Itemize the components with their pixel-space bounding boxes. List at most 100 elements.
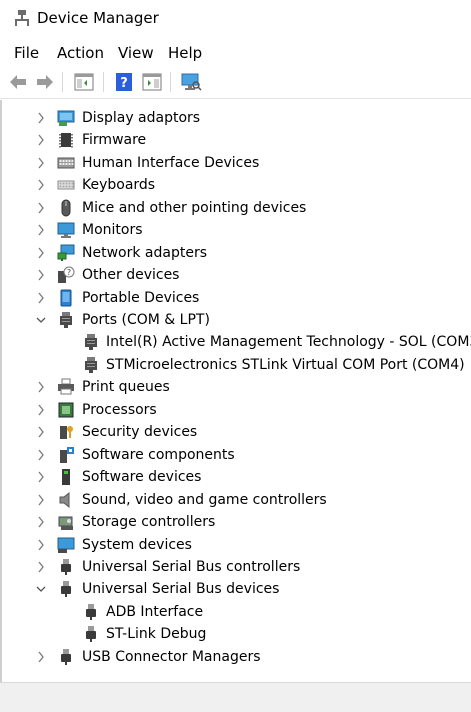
- tree-item-label: STMicroelectronics STLink Virtual COM Po…: [106, 357, 465, 373]
- expand-chevron-icon[interactable]: [35, 514, 47, 530]
- tree-item-label: Intel(R) Active Management Technology - …: [106, 334, 471, 350]
- status-bar: [0, 682, 471, 712]
- expand-chevron-icon[interactable]: [35, 379, 47, 395]
- device-manager-icon: [15, 10, 29, 26]
- tree-category[interactable]: Network adapters: [0, 242, 460, 264]
- tree-item-label: Universal Serial Bus devices: [82, 581, 280, 597]
- expand-chevron-icon[interactable]: [35, 267, 47, 283]
- tree-category[interactable]: Software components: [0, 444, 460, 466]
- expand-chevron-icon[interactable]: [35, 424, 47, 440]
- tree-category[interactable]: Firmware: [0, 129, 460, 151]
- toolbar-separator: [103, 72, 104, 92]
- svg-text:?: ?: [67, 268, 71, 277]
- tree-item-label: Print queues: [82, 379, 170, 395]
- collapse-chevron-icon[interactable]: [35, 312, 47, 328]
- toolbar: ?: [0, 66, 471, 99]
- menu-bar: File Action View Help: [0, 42, 471, 64]
- expand-chevron-icon[interactable]: [35, 290, 47, 306]
- processor-icon: [57, 401, 75, 419]
- tree-category[interactable]: System devices: [0, 534, 460, 556]
- tree-category[interactable]: Sound, video and game controllers: [0, 489, 460, 511]
- tree-category[interactable]: USB Connector Managers: [0, 646, 460, 668]
- tree-category[interactable]: Storage controllers: [0, 511, 460, 533]
- monitor-icon: [57, 221, 75, 239]
- tree-category[interactable]: Ports (COM & LPT): [0, 309, 460, 331]
- monitor-scan-icon[interactable]: [180, 71, 202, 93]
- tree-category[interactable]: Keyboards: [0, 174, 460, 196]
- tree-device[interactable]: STMicroelectronics STLink Virtual COM Po…: [0, 354, 465, 376]
- tree-category[interactable]: Portable Devices: [0, 287, 460, 309]
- tree-device[interactable]: Intel(R) Active Management Technology - …: [0, 331, 471, 353]
- toolbar-separator: [62, 72, 63, 92]
- unknown-device-icon: ?: [57, 266, 75, 284]
- firmware-chip-icon: [57, 131, 75, 149]
- hid-keyboard-icon: [57, 154, 75, 172]
- toolbar-separator: [170, 72, 171, 92]
- expand-chevron-icon[interactable]: [35, 155, 47, 171]
- title-bar: Device Manager: [0, 0, 471, 38]
- expand-chevron-icon[interactable]: [35, 537, 47, 553]
- tree-item-label: Portable Devices: [82, 290, 200, 306]
- svg-text:?: ?: [120, 76, 128, 91]
- tree-item-label: Other devices: [82, 267, 180, 283]
- tree-category[interactable]: Universal Serial Bus devices: [0, 578, 460, 600]
- expand-chevron-icon[interactable]: [35, 177, 47, 193]
- port-connector-icon: [82, 333, 100, 351]
- tree-category[interactable]: Mice and other pointing devices: [0, 197, 460, 219]
- tree-device[interactable]: ST-Link Debug: [0, 623, 460, 645]
- expand-chevron-icon[interactable]: [35, 469, 47, 485]
- expand-chevron-icon[interactable]: [35, 110, 47, 126]
- tree-item-label: Universal Serial Bus controllers: [82, 559, 301, 575]
- usb-plug-icon: [82, 625, 100, 643]
- speaker-icon: [57, 491, 75, 509]
- expand-chevron-icon[interactable]: [35, 245, 47, 261]
- tree-item-label: Network adapters: [82, 245, 207, 261]
- software-device-icon: [57, 468, 75, 486]
- tree-item-label: Sound, video and game controllers: [82, 492, 327, 508]
- tree-item-label: Processors: [82, 402, 157, 418]
- show-hide-console-tree-icon[interactable]: [73, 71, 95, 93]
- tree-item-label: Software devices: [82, 469, 202, 485]
- tree-category[interactable]: Human Interface Devices: [0, 152, 460, 174]
- tree-item-label: Ports (COM & LPT): [82, 312, 210, 328]
- expand-chevron-icon[interactable]: [35, 649, 47, 665]
- expand-chevron-icon[interactable]: [35, 222, 47, 238]
- forward-arrow-icon[interactable]: [34, 71, 56, 93]
- tree-item-label: Storage controllers: [82, 514, 216, 530]
- menu-action[interactable]: Action: [57, 43, 104, 63]
- tree-item-label: System devices: [82, 537, 192, 553]
- tree-item-label: Mice and other pointing devices: [82, 200, 307, 216]
- tree-category[interactable]: Processors: [0, 399, 460, 421]
- device-tree: Display adaptors Firmware Human Interface …: [0, 100, 471, 682]
- expand-chevron-icon[interactable]: [35, 447, 47, 463]
- expand-chevron-icon[interactable]: [35, 200, 47, 216]
- menu-help[interactable]: Help: [168, 43, 202, 63]
- tree-category[interactable]: ? Other devices: [0, 264, 460, 286]
- properties-icon[interactable]: [141, 71, 163, 93]
- expand-chevron-icon[interactable]: [35, 559, 47, 575]
- tree-item-label: Display adaptors: [82, 110, 201, 126]
- menu-file[interactable]: File: [14, 43, 39, 63]
- collapse-chevron-icon[interactable]: [35, 581, 47, 597]
- keyboard-icon: [57, 176, 75, 194]
- tree-device[interactable]: ADB Interface: [0, 601, 460, 623]
- tree-category[interactable]: Display adaptors: [0, 107, 460, 129]
- usb-plug-icon: [82, 603, 100, 621]
- usb-plug-icon: [57, 648, 75, 666]
- tree-category[interactable]: Security devices: [0, 421, 460, 443]
- tree-category[interactable]: Universal Serial Bus controllers: [0, 556, 460, 578]
- expand-chevron-icon[interactable]: [35, 132, 47, 148]
- mouse-icon: [57, 199, 75, 217]
- portable-device-icon: [57, 289, 75, 307]
- tree-category[interactable]: Software devices: [0, 466, 460, 488]
- back-arrow-icon[interactable]: [7, 71, 29, 93]
- window-title: Device Manager: [37, 9, 159, 27]
- expand-chevron-icon[interactable]: [35, 402, 47, 418]
- printer-icon: [57, 378, 75, 396]
- tree-category[interactable]: Print queues: [0, 376, 460, 398]
- tree-category[interactable]: Monitors: [0, 219, 460, 241]
- expand-chevron-icon[interactable]: [35, 492, 47, 508]
- security-key-icon: [57, 423, 75, 441]
- menu-view[interactable]: View: [118, 43, 154, 63]
- help-icon[interactable]: ?: [113, 71, 135, 93]
